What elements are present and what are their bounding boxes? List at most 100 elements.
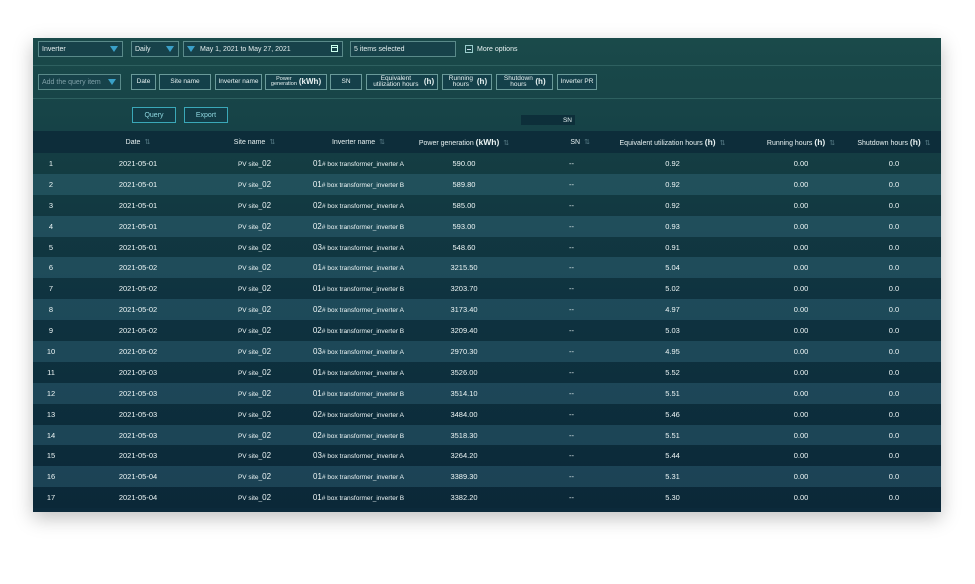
cell-power-generation: 3484.00 (415, 403, 513, 425)
cell-sn: -- (513, 173, 590, 195)
table-row[interactable]: 6 2021-05-02 PV site_02 01# box transformer… (33, 257, 941, 279)
column-chip-date[interactable]: Date (131, 74, 156, 90)
cell-site-name: PV site_02 (207, 299, 302, 321)
cell-power-generation: 589.80 (415, 173, 513, 195)
header-shutdown-hours[interactable]: Shutdown hours (h) ⇅ (847, 131, 941, 153)
row-index: 7 (33, 278, 69, 300)
table-row[interactable]: 5 2021-05-01 PV site_02 03# box transformer… (33, 236, 941, 258)
header-date[interactable]: Date ⇅ (69, 131, 207, 153)
cell-inverter-name: 01# box transformer_inverter A (302, 153, 415, 174)
cell-site-name: PV site_02 (207, 382, 302, 404)
cell-site-name: PV site_02 (207, 194, 302, 216)
table-row[interactable]: 17 2021-05-04 PV site_02 01# box transforme… (33, 487, 941, 509)
chip-label: Power generation (270, 75, 297, 87)
cell-date: 2021-05-02 (69, 320, 207, 342)
table-row[interactable]: 10 2021-05-02 PV site_02 03# box transforme… (33, 341, 941, 362)
query-item-select[interactable]: Add the query item (38, 74, 121, 90)
inverter-number: 01 (312, 493, 322, 503)
type-select[interactable]: Inverter (38, 41, 123, 57)
cell-power-generation: 590.00 (415, 153, 513, 174)
column-chip-equivalent-utilization-hours[interactable]: Equivalent utilization hours (h) (366, 74, 438, 90)
table-row[interactable]: 13 2021-05-03 PV site_02 02# box transforme… (33, 403, 941, 425)
period-select-value: Daily (135, 45, 151, 53)
sort-icon[interactable]: ⇅ (379, 139, 385, 146)
cell-power-generation: 3203.70 (415, 278, 513, 300)
header-inverter-name[interactable]: Inverter name ⇅ (302, 131, 415, 153)
column-chip-site-name[interactable]: Site name (159, 74, 211, 90)
items-select[interactable]: 5 items selected (350, 41, 456, 57)
table-row[interactable]: 16 2021-05-04 PV site_02 01# box transforme… (33, 466, 941, 488)
type-select-value: Inverter (42, 45, 66, 53)
header-equivalent-utilization-hours[interactable]: Equivalent utilization hours (h) ⇅ (590, 131, 755, 153)
inverter-suffix: # box transformer_inverter A (321, 265, 404, 273)
sort-icon[interactable]: ⇅ (269, 139, 275, 146)
table-row[interactable]: 8 2021-05-02 PV site_02 02# box transformer… (33, 299, 941, 321)
table-row[interactable]: 9 2021-05-02 PV site_02 02# box transformer… (33, 320, 941, 342)
table-row[interactable]: 4 2021-05-01 PV site_02 02# box transformer… (33, 215, 941, 237)
more-options-toggle[interactable]: More options (465, 45, 517, 53)
site-prefix: PV site_ (237, 265, 263, 273)
table-row[interactable]: 12 2021-05-03 PV site_02 01# box transforme… (33, 382, 941, 404)
cell-running-hours: 0.00 (755, 278, 847, 300)
header-label: Date (125, 139, 141, 146)
cell-equivalent-utilization-hours: 4.95 (590, 341, 755, 362)
cell-sn: -- (513, 382, 590, 404)
site-prefix: PV site_ (237, 307, 263, 315)
date-range-picker[interactable]: May 1, 2021 to May 27, 2021 (183, 41, 343, 57)
cell-power-generation: 593.00 (415, 215, 513, 237)
column-chip-inverter-name[interactable]: Inverter name (215, 74, 262, 90)
table-row[interactable]: 2 2021-05-01 PV site_02 01# box transformer… (33, 173, 941, 195)
cell-site-name: PV site_02 (207, 257, 302, 279)
sort-icon[interactable]: ⇅ (503, 140, 509, 147)
table-row[interactable]: 14 2021-05-03 PV site_02 02# box transforme… (33, 424, 941, 446)
query-button[interactable]: Query (132, 107, 176, 123)
date-range-value: May 1, 2021 to May 27, 2021 (200, 45, 291, 53)
header-power-generation[interactable]: Power generation (kWh) ⇅ (415, 131, 513, 153)
header-unit: (h) (814, 137, 826, 147)
inverter-suffix: # box transformer_inverter A (321, 453, 404, 461)
cell-sn: -- (513, 403, 590, 425)
cell-shutdown-hours: 0.0 (847, 173, 941, 195)
table-row[interactable]: 15 2021-05-03 PV site_02 03# box transforme… (33, 445, 941, 467)
row-index: 13 (33, 403, 69, 425)
table-row[interactable]: 1 2021-05-01 PV site_02 01# box transformer… (33, 153, 941, 174)
table-row[interactable]: 11 2021-05-03 PV site_02 01# box transforme… (33, 361, 941, 383)
cell-power-generation: 3526.00 (415, 361, 513, 383)
table-row[interactable]: 7 2021-05-02 PV site_02 01# box transformer… (33, 278, 941, 300)
column-chip-sn[interactable]: SN (330, 74, 362, 90)
column-chip-power-generation[interactable]: Power generation (kWh) (265, 74, 327, 90)
cell-shutdown-hours: 0.0 (847, 403, 941, 425)
sort-icon[interactable]: ⇅ (584, 139, 590, 146)
header-running-hours[interactable]: Running hours (h) ⇅ (755, 131, 847, 153)
cell-sn: -- (513, 278, 590, 300)
column-chip-running-hours[interactable]: Running hours (h) (442, 74, 492, 90)
cell-site-name: PV site_02 (207, 173, 302, 195)
cell-date: 2021-05-01 (69, 173, 207, 195)
column-chip-shutdown-hours[interactable]: Shutdown hours (h) (496, 74, 553, 90)
cell-inverter-name: 02# box transformer_inverter A (302, 299, 415, 321)
sort-icon[interactable]: ⇅ (829, 140, 835, 147)
cell-running-hours: 0.00 (755, 403, 847, 425)
site-prefix: PV site_ (237, 432, 263, 440)
cell-running-hours: 0.00 (755, 257, 847, 279)
cell-shutdown-hours: 0.0 (847, 382, 941, 404)
table-row[interactable]: 3 2021-05-01 PV site_02 02# box transformer… (33, 194, 941, 216)
sort-icon[interactable]: ⇅ (720, 140, 726, 147)
inverter-suffix: # box transformer_inverter A (321, 369, 404, 377)
sort-icon[interactable]: ⇅ (144, 139, 150, 146)
cell-inverter-name: 03# box transformer_inverter A (302, 236, 415, 258)
export-button[interactable]: Export (184, 107, 228, 123)
header-site-name[interactable]: Site name ⇅ (207, 131, 302, 153)
cell-sn: -- (513, 361, 590, 383)
header-label: Shutdown hours (857, 140, 908, 147)
cell-equivalent-utilization-hours: 0.91 (590, 236, 755, 258)
sn-filter-input[interactable]: SN (521, 115, 575, 125)
calendar-icon[interactable] (331, 45, 338, 52)
sort-icon[interactable]: ⇅ (925, 140, 931, 147)
row-index: 15 (33, 445, 69, 467)
cell-sn: -- (513, 236, 590, 258)
period-select[interactable]: Daily (131, 41, 179, 57)
cell-running-hours: 0.00 (755, 215, 847, 237)
header-sn[interactable]: SN ⇅ (513, 131, 590, 153)
column-chip-inverter-pr[interactable]: Inverter PR (557, 74, 597, 90)
